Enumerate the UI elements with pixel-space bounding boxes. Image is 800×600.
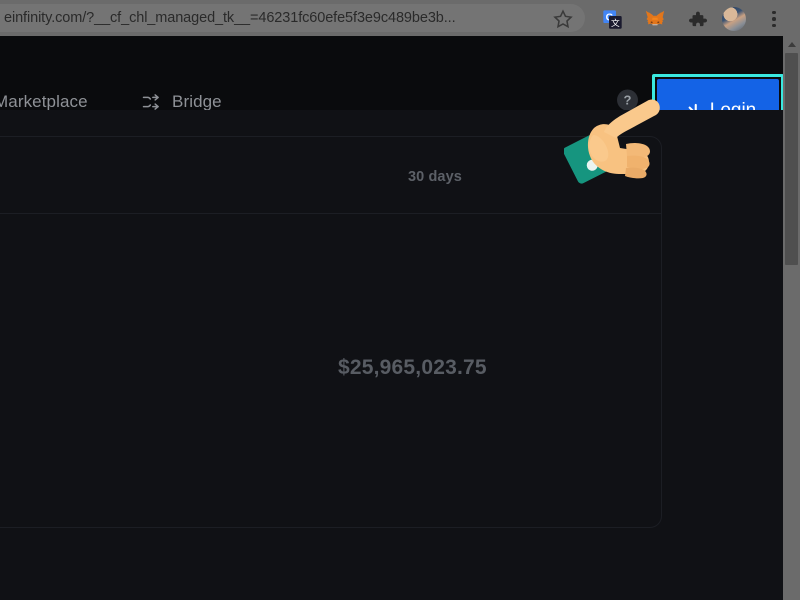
google-translate-icon[interactable]: G 文 <box>600 7 624 31</box>
address-bar[interactable]: einfinity.com/?__cf_chl_managed_tk__=462… <box>0 4 585 32</box>
stats-card <box>0 136 662 528</box>
card-header-divider <box>0 213 661 214</box>
page-content: 30 days $25,965,023.75 <box>0 110 783 600</box>
url-text: einfinity.com/?__cf_chl_managed_tk__=462… <box>4 10 456 26</box>
page-scrollbar[interactable] <box>783 36 800 600</box>
metamask-fox-icon[interactable] <box>643 7 667 31</box>
scrollbar-thumb[interactable] <box>785 53 798 265</box>
profile-avatar[interactable] <box>722 7 746 31</box>
nav-item-bridge[interactable]: Bridge <box>172 92 222 112</box>
nav-item-marketplace[interactable]: Marketplace <box>0 92 88 112</box>
star-icon[interactable] <box>552 8 574 30</box>
help-icon[interactable]: ? <box>617 89 638 111</box>
three-dot-menu-icon[interactable] <box>762 7 786 31</box>
shuffle-arrows-icon <box>141 92 161 112</box>
total-value-amount: $25,965,023.75 <box>338 356 487 379</box>
time-range-label[interactable]: 30 days <box>408 169 462 185</box>
site-navbar: Marketplace Bridge ? Login <box>0 36 800 148</box>
puzzle-piece-icon[interactable] <box>685 7 709 31</box>
browser-toolbar: einfinity.com/?__cf_chl_managed_tk__=462… <box>0 0 800 36</box>
svg-text:文: 文 <box>611 17 620 28</box>
scroll-up-arrow-icon[interactable] <box>783 36 800 53</box>
